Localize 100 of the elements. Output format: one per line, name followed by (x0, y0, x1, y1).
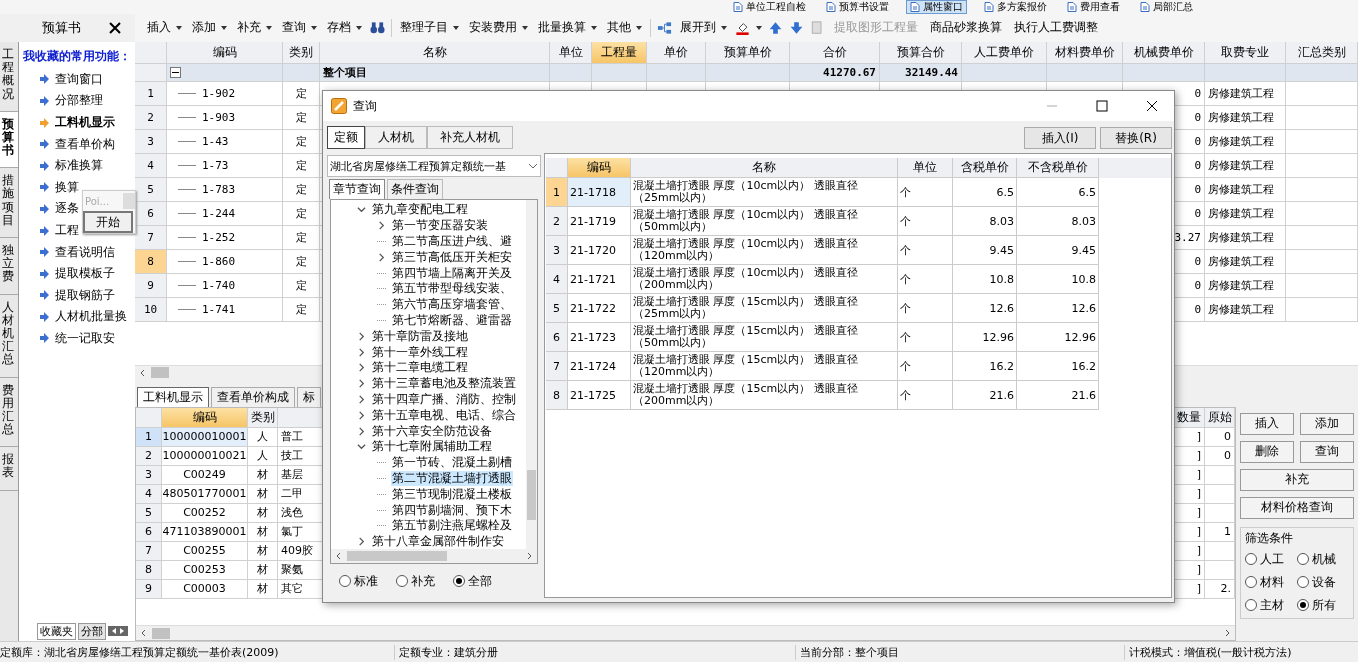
side-tab[interactable]: 预算书 (0, 111, 18, 169)
tree-item[interactable]: 第五节带型母线安装、 (391, 281, 513, 297)
tree-item[interactable]: 第六节高压穿墙套管、 (391, 297, 513, 313)
side-tab[interactable]: 人材机汇总 (0, 294, 18, 378)
start-button[interactable]: 开始 (83, 211, 133, 233)
action-button[interactable]: 补充 (1240, 468, 1354, 491)
toolbar-menu[interactable]: 安装费用 (467, 17, 530, 39)
toolbar-button[interactable]: 预算书设置 (823, 0, 892, 14)
toolbar-button[interactable]: 多方案报价 (981, 0, 1050, 14)
toolbar-menu[interactable]: 展开到 (678, 17, 729, 39)
column-header[interactable]: 不含税单价 (1017, 158, 1099, 178)
column-header[interactable]: 人工费单价 (962, 41, 1047, 64)
toolbar-button[interactable]: 单位工程自检 (730, 0, 809, 14)
column-header[interactable]: 编码 (568, 158, 631, 178)
tree-item[interactable]: 第三节现制混凝土楼板 (391, 486, 513, 502)
favorite-item[interactable]: 提取模板子 (19, 262, 115, 285)
side-tab[interactable]: 工程概况 (0, 41, 18, 112)
column-header[interactable]: 单价 (647, 41, 706, 64)
favorite-item[interactable]: 工程 (19, 219, 79, 242)
radio-option[interactable]: 全部 (453, 572, 492, 590)
toolbar-menu[interactable]: 其他 (605, 17, 644, 39)
tree-item[interactable]: 第二节混凝土墙打透眼 (391, 470, 513, 486)
radio-option[interactable]: 标准 (339, 572, 378, 590)
toolbar-button[interactable]: 费用查看 (1064, 0, 1123, 14)
tree-item[interactable]: 第七节熔断器、避雷器 (391, 312, 513, 328)
radio-option[interactable]: 机械 (1297, 550, 1349, 568)
toolbar-menu[interactable]: 批量换算 (536, 17, 599, 39)
toolbar-button[interactable]: 属性窗口 (906, 0, 967, 14)
tab[interactable]: 定额 (327, 126, 365, 149)
tab[interactable]: 标 (297, 386, 321, 407)
panel-tab[interactable]: 收藏夹 (37, 622, 76, 640)
favorite-item[interactable]: 统一记取安 (19, 327, 115, 350)
action-button[interactable]: 添加 (1300, 412, 1354, 435)
tree-item[interactable]: 第二节高压进户线、避 (391, 234, 513, 249)
favorite-item[interactable]: 查询窗口 (19, 68, 103, 91)
favorite-item[interactable]: 换算 (19, 176, 79, 199)
toolbar-button[interactable]: 局部汇总 (1137, 0, 1196, 14)
action-button[interactable]: 插入 (1240, 412, 1294, 435)
insert-button[interactable]: 插入(I) (1024, 127, 1096, 149)
tree-item[interactable]: 第一节变压器安装 (391, 218, 489, 234)
toolbar-button[interactable]: 执行人工费调整 (1011, 17, 1101, 39)
tree-item[interactable]: 第九章变配电工程 (371, 202, 469, 218)
tree-item[interactable]: 第三节高低压开关柜安 (391, 249, 513, 265)
toolbar-button[interactable]: 商品砂浆换算 (927, 17, 1005, 39)
favorite-item[interactable]: 查看单价构 (19, 133, 115, 155)
column-header[interactable]: 类别 (283, 41, 320, 64)
replace-button[interactable]: 替换(R) (1100, 127, 1172, 149)
radio-option[interactable]: 人工 (1245, 550, 1297, 568)
column-header[interactable]: 预算合价 (880, 41, 962, 64)
favorite-item[interactable]: 提取钢筋子 (19, 284, 115, 307)
column-header[interactable]: 材料费单价 (1047, 41, 1123, 64)
column-header[interactable]: 类别 (248, 407, 278, 428)
column-header[interactable]: 名称 (631, 158, 898, 178)
column-header[interactable]: 编码 (162, 407, 248, 428)
column-header[interactable]: 取费专业 (1205, 41, 1286, 64)
column-header[interactable]: 机械费单价 (1123, 41, 1205, 64)
action-button[interactable]: 材料价格查询 (1240, 496, 1354, 519)
library-dropdown[interactable]: 湖北省房屋修缮工程预算定额统一基 (327, 155, 541, 177)
column-header[interactable]: 汇总类别 (1286, 41, 1358, 64)
favorite-item[interactable]: 查看说明信 (19, 241, 115, 263)
radio-option[interactable]: 补充 (396, 572, 435, 590)
favorite-item[interactable]: 分部整理 (19, 90, 103, 112)
tab[interactable]: 章节查询 (329, 179, 385, 199)
tree-item[interactable]: 第四节墙上隔离开关及 (391, 265, 513, 281)
side-tab[interactable]: 独立费 (0, 238, 18, 295)
action-button[interactable]: 删除 (1240, 440, 1294, 463)
tab[interactable]: 查看单价构成 (211, 386, 295, 407)
tab[interactable]: 工料机显示 (137, 386, 209, 407)
tree-item[interactable]: 第十五章电视、电话、综合 (371, 407, 517, 423)
favorite-item[interactable]: 人材机批量换 (19, 306, 127, 328)
tree-item[interactable]: 第十二章电缆工程 (371, 360, 469, 376)
tab[interactable]: 人材机 (365, 126, 427, 149)
tab[interactable]: 补充人材机 (427, 126, 513, 149)
tree-item[interactable]: 第十三章蓄电池及整流装置 (371, 376, 517, 392)
favorite-item[interactable]: 逐条 (19, 198, 79, 220)
action-button[interactable]: 查询 (1300, 440, 1354, 463)
column-header[interactable]: 含税单价 (953, 158, 1017, 178)
column-header[interactable]: 单位 (898, 158, 953, 178)
radio-option[interactable]: 设备 (1297, 573, 1349, 591)
side-tab[interactable]: 费用汇总 (0, 377, 18, 448)
toolbar-menu[interactable]: 插入 (145, 17, 184, 39)
radio-option[interactable]: 所有 (1297, 596, 1349, 614)
tree-item[interactable]: 第十章防雷及接地 (371, 328, 469, 344)
column-header[interactable]: 编码 (167, 41, 283, 64)
side-tab[interactable]: 措施项目 (0, 168, 18, 238)
tree-item[interactable]: 第四节剔墙洞、预下木 (391, 502, 513, 518)
radio-option[interactable]: 材料 (1245, 573, 1297, 591)
column-header[interactable]: 工程量 (592, 41, 647, 64)
favorite-item[interactable]: 标准换算 (19, 154, 103, 177)
column-header[interactable]: 合价 (790, 41, 880, 64)
tree-item[interactable]: 第十一章外线工程 (371, 344, 469, 360)
panel-tab[interactable]: 分部 (78, 622, 106, 640)
column-header[interactable]: 名称 (320, 41, 550, 64)
toolbar-menu[interactable]: 查询 (280, 17, 319, 39)
column-header[interactable]: 原始 (1205, 407, 1235, 428)
toolbar-menu[interactable]: 添加 (190, 17, 229, 39)
tree-item[interactable]: 第十四章广播、消防、控制 (371, 391, 517, 407)
toolbar-menu[interactable]: 整理子目 (398, 17, 461, 39)
favorite-item[interactable]: 工料机显示 (19, 111, 115, 134)
side-tab[interactable]: 报表 (0, 447, 18, 491)
